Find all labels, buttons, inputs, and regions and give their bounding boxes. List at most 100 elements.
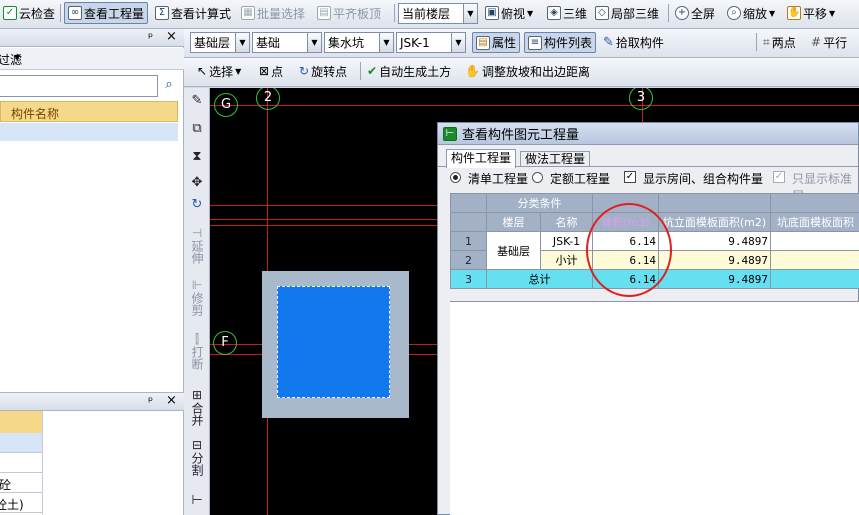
two-point-button[interactable]: ⌗ 两点 xyxy=(760,31,799,53)
glasses-icon: ∞ xyxy=(68,6,82,20)
move-icon[interactable]: ✥ xyxy=(186,176,208,190)
close-icon[interactable]: × xyxy=(166,29,177,44)
trim-label: 修剪 xyxy=(190,292,204,316)
adjust-slope-button[interactable]: ✋ 调整放坡和出边距离 xyxy=(462,60,593,82)
rotate-point-button[interactable]: ↻ 旋转点 xyxy=(296,60,350,82)
search-input[interactable] xyxy=(0,75,158,97)
panel-titlebar: ᵖ × xyxy=(0,393,184,411)
panel-titlebar: ᵖ × xyxy=(0,29,184,47)
header-side-formwork: 坑立面模板面积(m2) xyxy=(658,212,771,232)
properties-button[interactable]: ▤ 属性 xyxy=(472,32,521,53)
select-button[interactable]: ↖ 选择 ▼ xyxy=(194,60,244,82)
properties-row[interactable]: 砼土) xyxy=(0,493,42,513)
properties-row[interactable] xyxy=(0,433,42,453)
pin-icon[interactable]: ᵖ xyxy=(148,394,153,408)
list-item-selected[interactable] xyxy=(0,123,178,141)
pick-component-button[interactable]: ✎ 拾取构件 xyxy=(600,31,667,53)
dialog-titlebar[interactable]: ⊢ 查看构件图元工程量 xyxy=(438,123,858,145)
axis-label-f: F xyxy=(213,331,237,355)
bottom-formwork-cell xyxy=(770,231,859,251)
properties-row[interactable] xyxy=(0,453,42,473)
local-cube-icon: ◇ xyxy=(595,6,609,20)
properties-row[interactable]: 砼 xyxy=(0,473,42,493)
tab-method-quantity[interactable]: 做法工程量 xyxy=(520,151,591,167)
pin-icon[interactable]: ᵖ xyxy=(148,30,153,44)
properties-panel: ᵖ × 砼 砼土) xyxy=(0,392,184,515)
adjust-slope-label: 调整放坡和出边距离 xyxy=(481,64,590,79)
local-3d-label: 局部三维 xyxy=(611,6,660,21)
chevron-down-icon: ▼ xyxy=(14,53,21,62)
split-button[interactable]: ⊟ 分割 xyxy=(186,438,208,479)
axis-label-g: G xyxy=(214,93,238,117)
auto-earthwork-button[interactable]: ✔ 自动生成土方 xyxy=(364,60,454,82)
mirror-icon[interactable]: ⧗ xyxy=(186,150,208,164)
quantity-dialog: ⊢ 查看构件图元工程量 构件工程量 做法工程量 清单工程量 定额工程量 ✓ 显示… xyxy=(437,122,859,515)
header-floor: 楼层 xyxy=(486,212,541,232)
separator xyxy=(668,4,669,22)
view-formula-label: 查看计算式 xyxy=(171,6,232,21)
trim-button[interactable]: ⊩ 修剪 xyxy=(186,278,208,319)
radio-quota-quantity[interactable] xyxy=(532,172,543,183)
batch-icon: ▦ xyxy=(241,6,255,20)
floor-select[interactable]: 当前楼层 ▼ xyxy=(398,3,478,24)
show-rooms-label: 显示房间、组合构件量 xyxy=(643,172,764,186)
floor-select-value: 当前楼层 xyxy=(402,7,451,21)
category-combo-value: 基础 xyxy=(256,36,281,50)
tab-component-quantity[interactable]: 构件工程量 xyxy=(446,149,517,168)
pan-button[interactable]: ✋ 平移 ▼ xyxy=(784,2,838,24)
rotate-icon[interactable]: ↻ xyxy=(186,198,208,212)
view-formula-button[interactable]: Σ 查看计算式 xyxy=(152,2,234,24)
component-toolbar: 基础层 ▼ 基础 ▼ 集水坑 ▼ JSK-1 ▼ ▤ 属性 ≡ 构件列表 ✎ 拾… xyxy=(184,29,859,58)
pen-icon[interactable]: ✎ xyxy=(186,94,208,108)
sump-pit-jsk-1[interactable] xyxy=(277,286,390,398)
side-formwork-cell: 9.4897 xyxy=(658,250,771,270)
category-combo[interactable]: 基础 ▼ xyxy=(252,32,322,53)
two-point-label: 两点 xyxy=(771,35,796,50)
show-standard-checkbox[interactable]: ✓ xyxy=(773,171,785,183)
app-icon: ⊢ xyxy=(443,126,457,141)
chevron-down-icon: ▼ xyxy=(451,33,465,52)
batch-select-button[interactable]: ▦ 批量选择 xyxy=(238,2,308,24)
component-list-button[interactable]: ≡ 构件列表 xyxy=(524,32,597,53)
break-button[interactable]: ⫿ 打断 xyxy=(186,332,208,373)
view-quantity-button[interactable]: ∞ 查看工程量 xyxy=(64,2,149,24)
filter-row[interactable]: 过滤 ▼ xyxy=(0,48,184,70)
flush-slab-button[interactable]: ▤ 平齐板顶 xyxy=(314,2,384,24)
type-combo[interactable]: 集水坑 ▼ xyxy=(324,32,394,53)
fullscreen-button[interactable]: + 全屏 xyxy=(672,2,718,24)
show-rooms-checkbox[interactable]: ✓ xyxy=(624,171,636,183)
top-view-button[interactable]: ▣ 俯视 ▼ xyxy=(482,2,536,24)
chevron-down-icon: ▼ xyxy=(769,8,776,18)
three-d-button[interactable]: ◈ 三维 xyxy=(544,2,590,24)
bottom-formwork-cell xyxy=(770,250,859,270)
align-icon[interactable]: ⊢ xyxy=(186,494,208,508)
search-icon[interactable]: ⌕ xyxy=(160,77,178,95)
three-d-label: 三维 xyxy=(563,6,588,21)
floor-combo[interactable]: 基础层 ▼ xyxy=(190,32,250,53)
table-corner xyxy=(450,193,487,213)
properties-header xyxy=(0,411,42,433)
point-button[interactable]: ⊠ 点 xyxy=(256,60,286,82)
top-view-label: 俯视 xyxy=(501,6,526,21)
main-toolbar: ✓ 云检查 ∞ 查看工程量 Σ 查看计算式 ▦ 批量选择 ▤ 平齐板顶 当前楼层… xyxy=(0,0,859,29)
formula-icon: Σ xyxy=(155,6,169,20)
zoom-button[interactable]: ⌕ 缩放 ▼ xyxy=(724,2,778,24)
close-icon[interactable]: × xyxy=(166,393,177,408)
bottom-formwork-cell xyxy=(770,269,859,289)
radio-list-quantity[interactable] xyxy=(450,172,461,183)
chevron-down-icon: ▼ xyxy=(379,33,393,52)
pan-label: 平移 xyxy=(803,6,828,21)
column-name-label: 构件名称 xyxy=(11,107,60,121)
component-list-label: 构件列表 xyxy=(544,36,593,50)
check-icon: ✓ xyxy=(3,6,17,20)
parallel-button[interactable]: # 平行 xyxy=(808,31,850,53)
name-cell: JSK-1 xyxy=(540,231,593,251)
local-3d-button[interactable]: ◇ 局部三维 xyxy=(592,2,662,24)
cloud-check-button[interactable]: ✓ 云检查 xyxy=(0,2,58,24)
component-combo[interactable]: JSK-1 ▼ xyxy=(396,32,466,53)
floor-combo-value: 基础层 xyxy=(194,36,231,50)
merge-button[interactable]: ⊞ 合并 xyxy=(186,388,208,429)
copy-icon[interactable]: ⧉ xyxy=(186,122,208,136)
extend-button[interactable]: ⊣ 延伸 xyxy=(186,226,208,267)
component-combo-value: JSK-1 xyxy=(400,35,430,50)
